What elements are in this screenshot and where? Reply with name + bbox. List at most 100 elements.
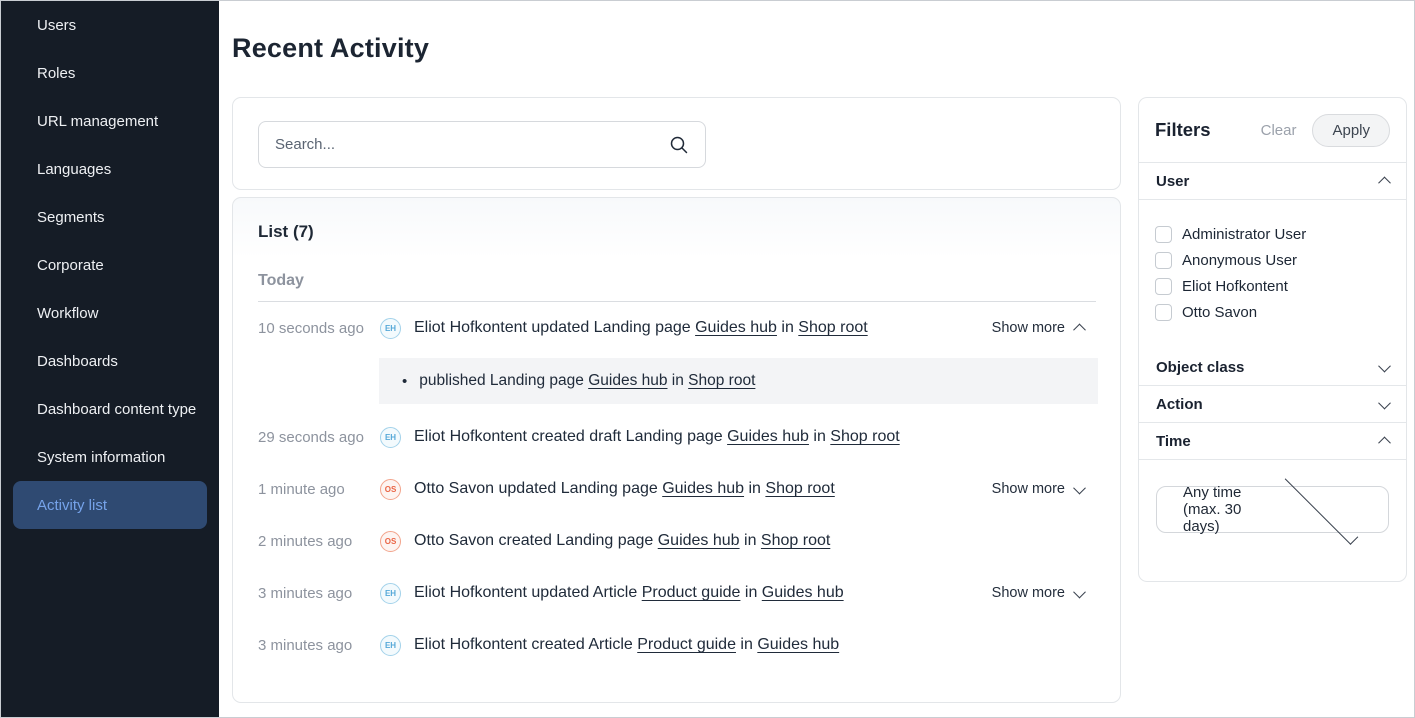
list-title: List (7) — [258, 222, 1096, 242]
sidebar-item-languages[interactable]: Languages — [13, 145, 207, 193]
filter-option-anonymous-user[interactable]: Anonymous User — [1155, 247, 1390, 273]
activity-link[interactable]: Shop root — [688, 372, 755, 389]
activity-timestamp: 2 minutes ago — [258, 533, 380, 550]
activity-timestamp: 10 seconds ago — [258, 320, 380, 337]
activity-list-card: List (7) Today 10 seconds agoEHEliot Hof… — [232, 197, 1121, 703]
activity-text-segment: Eliot Hofkontent created draft Landing p… — [414, 428, 727, 445]
user-avatar: OS — [380, 479, 401, 500]
search-icon[interactable] — [669, 135, 689, 155]
filter-section-action[interactable]: Action — [1139, 386, 1406, 423]
filter-option-eliot-hofkontent[interactable]: Eliot Hofkontent — [1155, 273, 1390, 299]
filter-section-label: User — [1156, 173, 1380, 190]
activity-row: 1 minute agoOSOtto Savon updated Landing… — [258, 463, 1096, 515]
activity-text-segment: Eliot Hofkontent created Article — [414, 636, 637, 653]
filter-time-content: Any time (max. 30 days) — [1139, 460, 1406, 533]
checkbox-unchecked[interactable] — [1155, 304, 1172, 321]
checkbox-label: Anonymous User — [1182, 252, 1297, 269]
group-label-today: Today — [258, 272, 1096, 290]
activity-row: 10 seconds agoEH Eliot Hofkontent updated… — [258, 302, 1096, 354]
activity-description: Eliot Hofkontent updated Landing page Gu… — [414, 319, 868, 337]
activity-text-segment: published Landing page — [419, 372, 588, 389]
activity-description: Otto Savon created Landing page Guides h… — [414, 532, 830, 550]
chevron-down-icon — [1378, 359, 1391, 372]
chevron-down-icon — [1073, 585, 1086, 598]
sidebar-item-users[interactable]: Users — [13, 1, 207, 49]
user-avatar: OS — [380, 531, 401, 552]
search-box[interactable] — [258, 121, 706, 168]
activity-link[interactable]: Guides hub — [658, 532, 740, 549]
filter-section-label: Action — [1156, 396, 1380, 413]
activity-link[interactable]: Product guide — [642, 584, 741, 601]
activity-row: 2 minutes agoOS Otto Savon created Landin… — [258, 515, 1096, 567]
sidebar-item-url-management[interactable]: URL management — [13, 97, 207, 145]
clear-filters-button[interactable]: Clear — [1261, 122, 1297, 139]
show-more-label: Show more — [992, 585, 1065, 601]
apply-filters-button[interactable]: Apply — [1312, 114, 1390, 147]
activity-detail-text: published Landing page Guides hub in Sho… — [419, 372, 755, 390]
activity-details-box: • published Landing page Guides hub in Sh… — [379, 358, 1098, 404]
sidebar-item-system-information[interactable]: System information — [13, 433, 207, 481]
filters-title: Filters — [1155, 119, 1261, 141]
activity-detail-line: • published Landing page Guides hub in Sh… — [402, 372, 1080, 390]
sidebar-item-roles[interactable]: Roles — [13, 49, 207, 97]
show-more-button[interactable]: Show more — [992, 481, 1084, 497]
activity-description: Eliot Hofkontent created Article Product… — [414, 636, 839, 654]
user-avatar: EH — [380, 635, 401, 656]
filter-section-label: Object class — [1156, 359, 1380, 376]
chevron-down-icon — [1285, 471, 1359, 545]
activity-description: Eliot Hofkontent created draft Landing p… — [414, 428, 900, 446]
activity-link[interactable]: Shop root — [830, 428, 899, 445]
activity-link[interactable]: Guides hub — [757, 636, 839, 653]
filter-sections: User Administrator User Anonymous User Elio… — [1139, 163, 1406, 533]
sidebar-item-activity-list[interactable]: Activity list — [13, 481, 207, 529]
filter-option-administrator-user[interactable]: Administrator User — [1155, 221, 1390, 247]
checkbox-unchecked[interactable] — [1155, 278, 1172, 295]
activity-link[interactable]: Guides hub — [727, 428, 809, 445]
sidebar-item-dashboards[interactable]: Dashboards — [13, 337, 207, 385]
time-range-value: Any time (max. 30 days) — [1183, 484, 1275, 535]
activity-timestamp: 3 minutes ago — [258, 637, 380, 654]
activity-description: Otto Savon updated Landing page Guides h… — [414, 480, 835, 498]
bullet-icon: • — [402, 373, 407, 390]
activity-rows: 10 seconds agoEHEliot Hofkontent updated… — [258, 302, 1096, 671]
activity-text-segment: Eliot Hofkontent updated Article — [414, 584, 642, 601]
search-input[interactable] — [275, 136, 669, 153]
activity-link[interactable]: Product guide — [637, 636, 736, 653]
sidebar-item-segments[interactable]: Segments — [13, 193, 207, 241]
activity-text-segment: in — [809, 428, 830, 445]
checkbox-unchecked[interactable] — [1155, 252, 1172, 269]
activity-link[interactable]: Shop root — [761, 532, 830, 549]
activity-text-segment: Otto Savon created Landing page — [414, 532, 658, 549]
activity-link[interactable]: Guides hub — [762, 584, 844, 601]
filter-section-object-class[interactable]: Object class — [1139, 349, 1406, 386]
chevron-up-icon — [1378, 436, 1391, 449]
activity-text-segment: in — [744, 480, 765, 497]
show-more-label: Show more — [992, 320, 1065, 336]
user-avatar: EH — [380, 318, 401, 339]
user-avatar: EH — [380, 427, 401, 448]
checkbox-label: Eliot Hofkontent — [1182, 278, 1288, 295]
show-more-label: Show more — [992, 481, 1065, 497]
checkbox-label: Otto Savon — [1182, 304, 1257, 321]
sidebar-item-corporate[interactable]: Corporate — [13, 241, 207, 289]
activity-text-segment: in — [740, 532, 761, 549]
activity-link[interactable]: Shop root — [798, 319, 867, 336]
chevron-up-icon — [1073, 323, 1086, 336]
show-more-button[interactable]: Show more — [992, 585, 1084, 601]
activity-link[interactable]: Guides hub — [662, 480, 744, 497]
activity-link[interactable]: Guides hub — [588, 372, 667, 389]
filter-section-user[interactable]: User — [1139, 163, 1406, 200]
filters-panel: Filters Clear Apply User Administrator Us… — [1138, 97, 1407, 582]
activity-link[interactable]: Shop root — [765, 480, 834, 497]
checkbox-unchecked[interactable] — [1155, 226, 1172, 243]
show-more-button[interactable]: Show more — [992, 320, 1084, 336]
activity-text-segment: in — [736, 636, 757, 653]
filter-section-label: Time — [1156, 433, 1380, 450]
sidebar-item-dashboard-content-type[interactable]: Dashboard content type — [13, 385, 207, 433]
time-range-dropdown[interactable]: Any time (max. 30 days) — [1156, 486, 1389, 533]
filter-section-time[interactable]: Time — [1139, 423, 1406, 460]
filter-option-otto-savon[interactable]: Otto Savon — [1155, 299, 1390, 325]
sidebar-item-workflow[interactable]: Workflow — [13, 289, 207, 337]
activity-row: 3 minutes agoEHEliot Hofkontent updated … — [258, 567, 1096, 619]
activity-link[interactable]: Guides hub — [695, 319, 777, 336]
